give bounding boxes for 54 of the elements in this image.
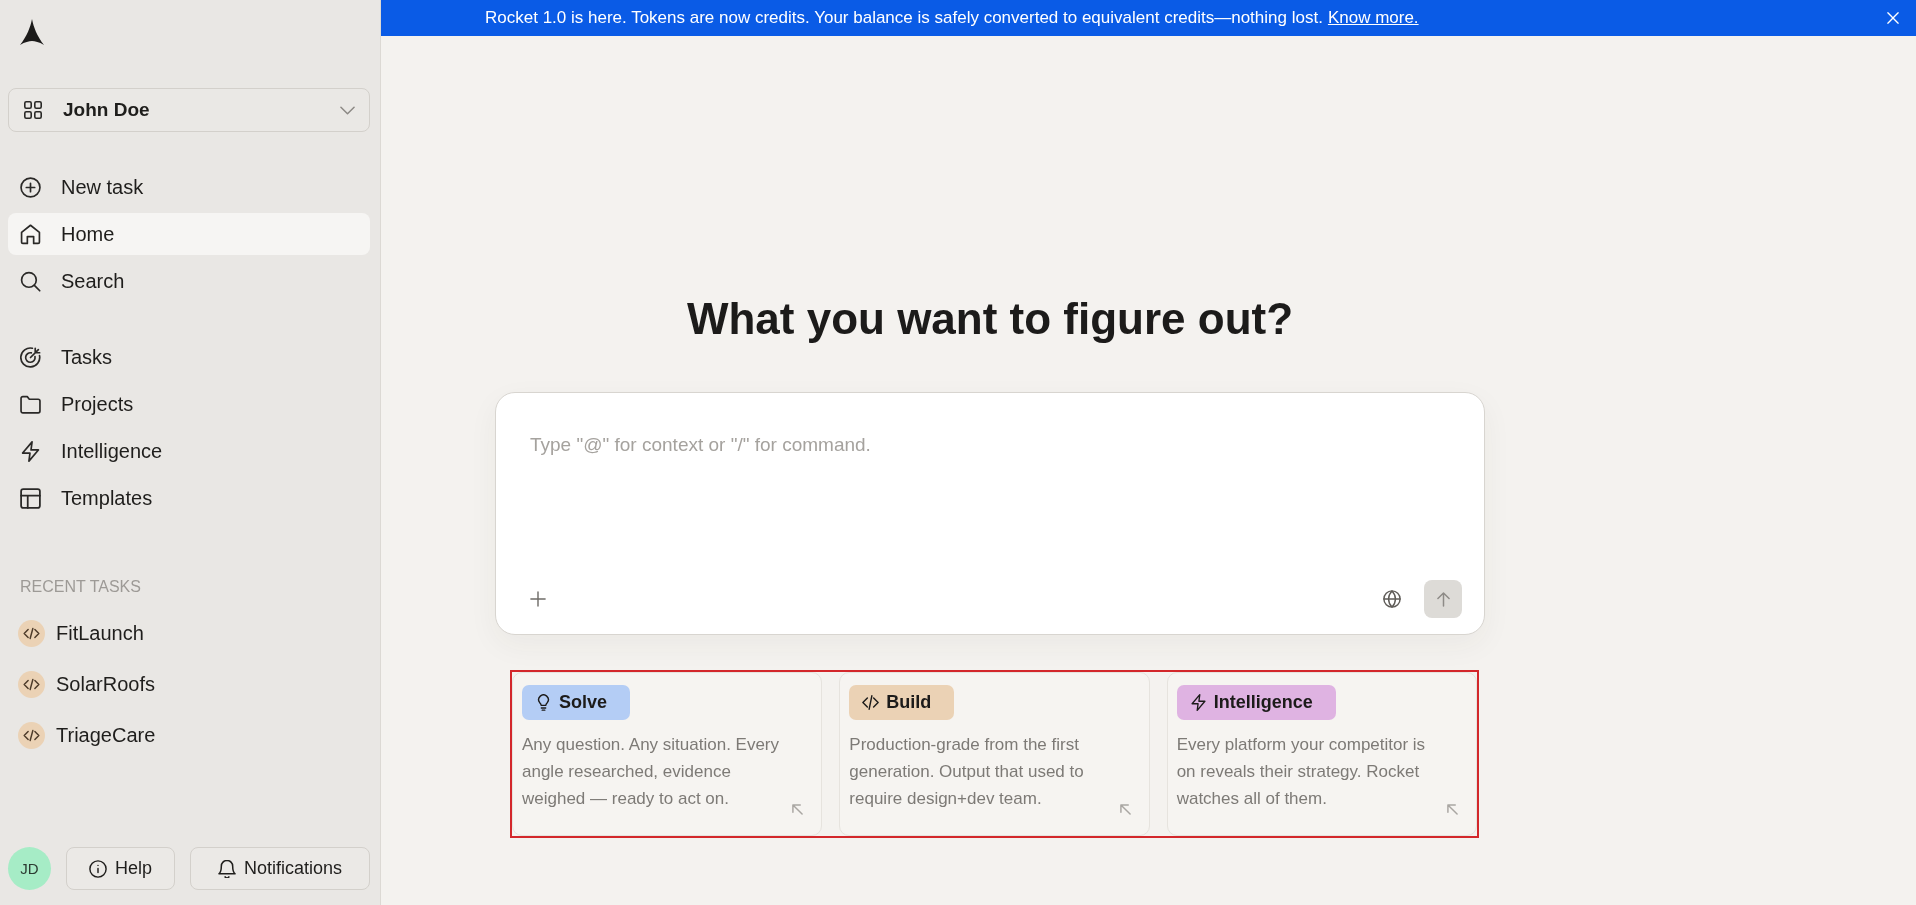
grid-icon <box>24 101 42 119</box>
notifications-button[interactable]: Notifications <box>190 847 370 890</box>
lightning-icon <box>1189 694 1207 711</box>
bell-icon <box>217 859 236 878</box>
logo-icon[interactable] <box>20 19 44 45</box>
prompt-field[interactable]: Type "@" for context or "/" for command. <box>530 433 1462 580</box>
nav-item[interactable]: Home <box>8 213 370 255</box>
know-more-link[interactable]: Know more. <box>1327 8 1419 28</box>
mode-card[interactable]: Solve Any question. Any situation. Every angle researched, evidence weighed — ready to act on. <box>512 672 823 836</box>
search-icon <box>20 270 41 292</box>
globe-icon[interactable] <box>1383 590 1401 608</box>
recent-task-item[interactable]: TriageCare <box>8 714 370 756</box>
arrow-up-left-icon <box>792 804 804 815</box>
arrow-up-icon <box>1436 591 1450 607</box>
help-button[interactable]: Help <box>66 847 175 890</box>
code-icon <box>18 721 45 749</box>
section-heading: RECENT TASKS <box>19 577 141 597</box>
account-switcher[interactable]: John Doe <box>8 88 370 132</box>
home-icon <box>20 223 41 245</box>
mode-description: Every platform your competitor is on reveals their strategy. Rocket watches all of them. <box>1176 734 1427 810</box>
nav-item[interactable]: Tasks <box>8 336 370 378</box>
target-icon <box>20 346 41 368</box>
nav-item[interactable]: New task <box>8 166 370 208</box>
recent-task-item[interactable]: SolarRoofs <box>8 663 370 705</box>
close-icon[interactable] <box>1887 12 1899 24</box>
plus-icon[interactable] <box>530 591 546 607</box>
recent-task-item[interactable]: FitLaunch <box>8 612 370 654</box>
nav-item[interactable]: Intelligence <box>8 430 370 472</box>
plus-circle-icon <box>20 176 41 198</box>
prompt-box[interactable]: Type "@" for context or "/" for command. <box>495 392 1485 635</box>
nav-item[interactable]: Templates <box>8 477 370 519</box>
mode-title: Solve <box>559 692 608 713</box>
arrow-up-left-icon <box>1119 804 1131 815</box>
lightning-icon <box>20 440 41 462</box>
folder-icon <box>20 393 41 415</box>
banner-message: Rocket 1.0 is here. Tokens are now credits. Your balance is safely converted to equivalent credits—nothing lost. <box>485 8 1323 28</box>
mode-card[interactable]: Intelligence Every platform your competitor is on reveals their strategy. Rocket watches all of them. <box>1166 672 1477 836</box>
arrow-up-left-icon <box>1447 804 1458 815</box>
mode-title: Build <box>886 692 932 713</box>
mode-description: Any question. Any situation. Every angle researched, evidence weighed — ready to act on. <box>522 734 781 810</box>
nav-item[interactable]: Projects <box>8 383 370 425</box>
page-heading: What you want to figure out? <box>686 293 1294 345</box>
lightbulb-icon <box>535 694 552 711</box>
layout-icon <box>20 487 41 509</box>
code-icon <box>18 619 45 647</box>
user-avatar[interactable]: JD <box>8 847 51 890</box>
mode-title: Intelligence <box>1213 692 1313 713</box>
code-icon <box>18 670 45 698</box>
mode-description: Production-grade from the first generation. Output that used to require design+dev team. <box>849 734 1085 810</box>
nav-item[interactable]: Search <box>8 260 370 302</box>
code-icon <box>862 694 880 711</box>
info-icon <box>89 859 107 878</box>
mode-card[interactable]: Build Production-grade from the first generation. Output that used to require design+dev team. <box>839 672 1150 836</box>
chevron-down-icon <box>340 105 355 115</box>
